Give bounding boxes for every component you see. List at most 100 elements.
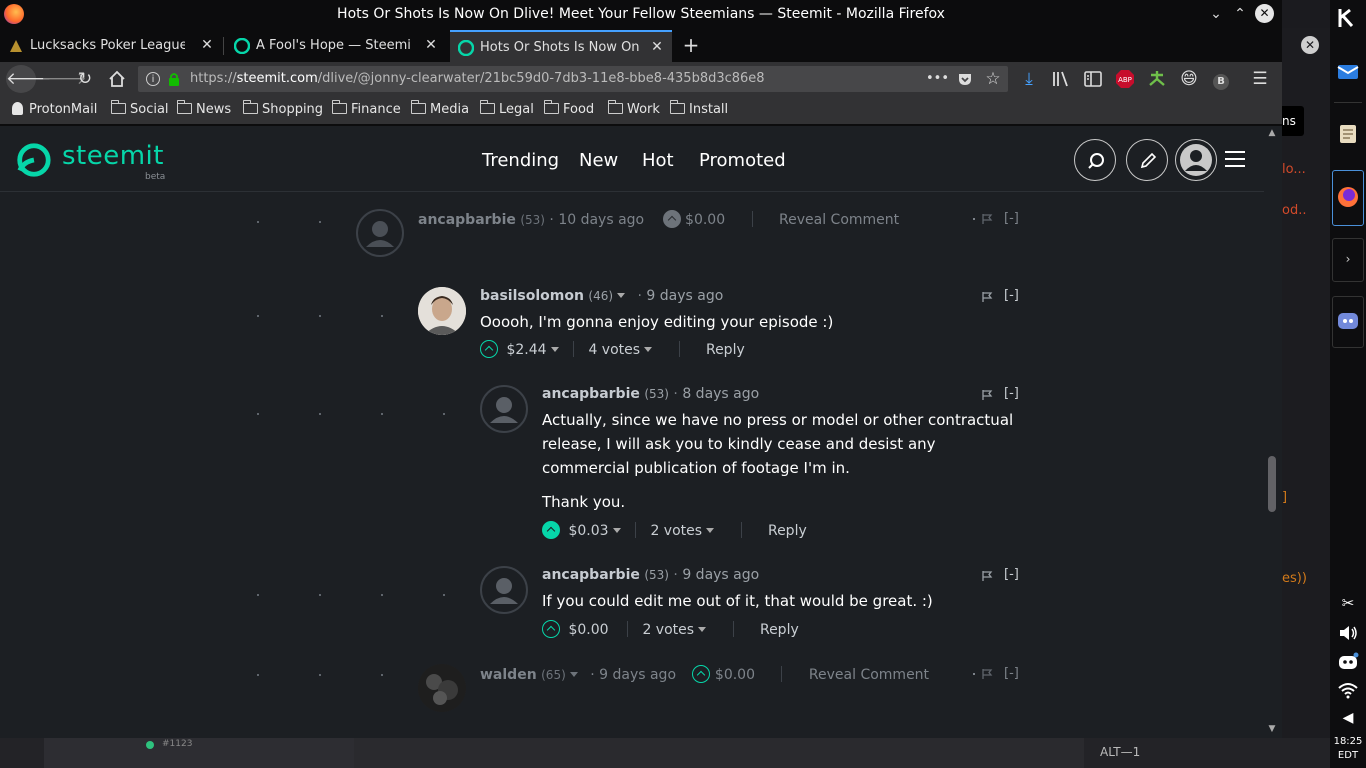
reveal-comment-link[interactable]: Reveal Comment [779,212,899,228]
menu-icon[interactable]: ☰ [1248,67,1272,91]
bookmark-folder-media[interactable]: Media [411,100,469,117]
avatar[interactable] [480,385,528,433]
flag-icon[interactable] [981,389,993,401]
steemit-logo-text[interactable]: steemit [62,141,164,171]
collapse-toggle[interactable]: [-] [1004,567,1019,582]
scroll-up-icon[interactable]: ▲ [1267,128,1277,138]
tab-fools-hope[interactable]: A Fool's Hope — Steemit ✕ [226,30,448,62]
discord-tray-icon[interactable] [1336,650,1360,674]
back-button[interactable]: 🡐 [6,65,52,93]
comment-time[interactable]: 8 days ago [682,386,759,402]
volume-icon[interactable] [1336,621,1360,645]
comment-time[interactable]: 10 days ago [558,212,644,228]
wifi-icon[interactable] [1336,678,1360,702]
minimize-icon[interactable]: ⌄ [1206,4,1226,24]
taskbar-task[interactable]: #1123 [44,738,354,768]
chevron-down-icon[interactable] [612,528,621,533]
upvote-icon[interactable] [662,210,681,228]
avatar[interactable] [480,566,528,614]
payout-amount[interactable]: $2.44 [506,342,546,358]
clock-time[interactable]: 18:25 [1330,736,1366,748]
nav-hot[interactable]: Hot [642,150,674,171]
scrollbar-thumb[interactable] [1268,456,1276,512]
chevron-down-icon[interactable] [569,672,578,677]
comment-author[interactable]: walden [480,667,537,683]
tab-close-icon[interactable]: ✕ [649,39,665,55]
bookmark-folder-social[interactable]: Social [111,100,169,117]
lock-icon[interactable] [166,71,182,87]
chevron-down-icon[interactable] [706,528,715,533]
collapse-toggle[interactable]: [-] [1004,386,1019,401]
bookmark-folder-shopping[interactable]: Shopping [243,100,323,117]
nav-trending[interactable]: Trending [482,150,559,171]
downloads-icon[interactable]: ⤓ [1017,67,1041,91]
page-scrollbar[interactable]: ▲ ▼ [1264,126,1282,738]
tab-hots-or-shots[interactable]: Hots Or Shots Is Now On Dl ✕ [450,30,672,62]
bookmark-folder-finance[interactable]: Finance [332,100,401,117]
library-icon[interactable] [1049,67,1073,91]
comment-time[interactable]: 9 days ago [599,667,676,683]
bookmark-folder-news[interactable]: News [177,100,231,117]
upvote-active-icon[interactable] [542,521,560,539]
url-text[interactable]: https://steemit.com/dlive/@jonny-clearwa… [190,71,765,86]
collapse-toggle[interactable]: [-] [1004,211,1019,226]
pocket-icon[interactable] [956,70,974,88]
payout-amount[interactable]: $0.00 [715,667,755,683]
flag-icon[interactable] [981,291,993,303]
payout-amount[interactable]: $0.00 [568,622,608,638]
url-bar[interactable]: i https://steemit.com/dlive/@jonny-clear… [138,66,1008,92]
tab-close-icon[interactable]: ✕ [199,37,215,53]
discord-icon[interactable] [1336,309,1360,333]
comment-author[interactable]: ancapbarbie [418,212,516,228]
home-button[interactable] [105,67,129,91]
chevron-down-icon[interactable] [617,293,626,298]
reply-link[interactable]: Reply [760,622,799,638]
avatar[interactable] [418,287,466,335]
flag-icon[interactable] [981,570,993,582]
chevron-down-icon[interactable] [698,627,707,632]
payout-amount[interactable]: $0.00 [685,212,725,228]
chevron-down-icon[interactable] [644,347,653,352]
scroll-down-icon[interactable]: ▼ [1267,724,1277,734]
votes-count[interactable]: 2 votes [642,622,694,638]
notes-icon[interactable] [1336,122,1360,146]
new-tab-button[interactable]: + [680,34,702,56]
steemit-logo-icon[interactable] [14,141,52,179]
hamburger-menu-icon[interactable] [1225,151,1245,167]
forward-button[interactable]: 🡒 [41,67,87,91]
upvote-icon[interactable] [692,665,711,683]
reply-link[interactable]: Reply [706,342,745,358]
comment-time[interactable]: 9 days ago [646,288,723,304]
extension-icon[interactable] [1145,67,1169,91]
scissors-icon[interactable]: ✂ [1336,594,1360,618]
nav-new[interactable]: New [579,150,618,171]
tab-lucksacks[interactable]: Lucksacks Poker Leagues > ✕ [0,30,224,62]
bookmark-folder-work[interactable]: Work [608,100,660,117]
background-close-icon[interactable]: ✕ [1301,36,1319,54]
chevron-right-icon[interactable]: › [1336,247,1360,271]
window-close-icon[interactable]: ✕ [1255,4,1274,23]
reply-link[interactable]: Reply [768,523,807,539]
reload-button[interactable]: ↻ [73,67,97,91]
bookmark-protonmail[interactable]: ProtonMail [12,102,97,117]
comment-author[interactable]: basilsolomon [480,288,584,304]
avatar[interactable] [356,209,404,257]
bookmark-folder-food[interactable]: Food [544,100,594,117]
votes-count[interactable]: 2 votes [650,523,702,539]
flag-icon[interactable] [981,668,993,680]
b-extension-icon[interactable]: B [1209,67,1233,91]
comment-author[interactable]: ancapbarbie [542,567,640,583]
write-post-button[interactable] [1126,139,1168,181]
reveal-comment-link[interactable]: Reveal Comment [809,667,929,683]
upvote-icon[interactable] [480,340,498,358]
sidebar-icon[interactable] [1081,67,1105,91]
votes-count[interactable]: 4 votes [588,342,640,358]
page-actions-icon[interactable]: ••• [926,70,949,88]
upvote-icon[interactable] [542,620,560,638]
collapse-tray-icon[interactable]: ◀ [1336,706,1360,730]
comment-author[interactable]: ancapbarbie [542,386,640,402]
flag-icon[interactable] [981,213,993,225]
window-titlebar[interactable]: Hots Or Shots Is Now On Dlive! Meet Your… [0,0,1282,28]
collapse-toggle[interactable]: [-] [1004,288,1019,303]
avatar[interactable] [418,664,466,712]
